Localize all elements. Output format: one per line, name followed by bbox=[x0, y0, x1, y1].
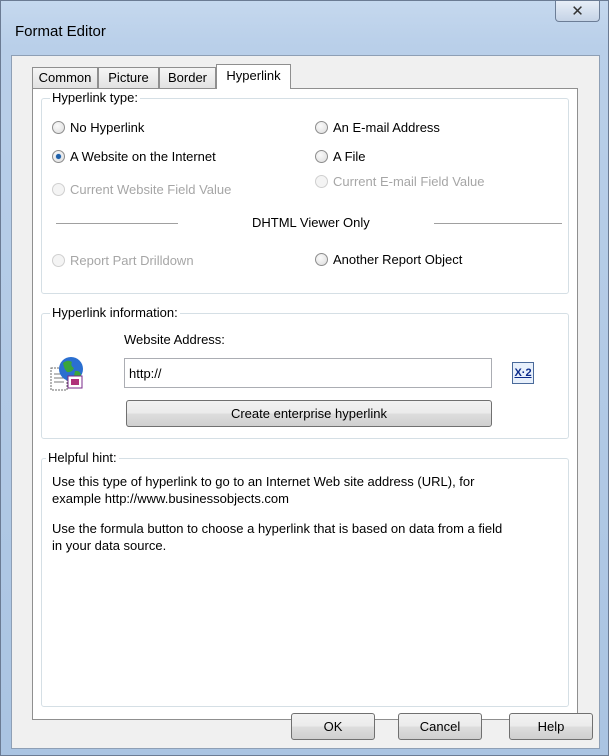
separator-right bbox=[434, 223, 562, 224]
radio-file[interactable]: A File bbox=[315, 149, 366, 164]
ok-button[interactable]: OK bbox=[291, 713, 375, 740]
hyperlink-type-label: Hyperlink type: bbox=[50, 90, 140, 105]
window-title: Format Editor bbox=[15, 23, 106, 40]
tab-hyperlink[interactable]: Hyperlink bbox=[216, 64, 291, 89]
hint-line-3: Use the formula button to choose a hyper… bbox=[52, 521, 503, 536]
radio-label: Current Website Field Value bbox=[70, 182, 232, 197]
title-bar[interactable]: Format Editor ✕ bbox=[1, 1, 608, 55]
helpful-hint-group: Helpful hint: Use this type of hyperlink… bbox=[41, 450, 569, 707]
hyperlink-globe-icon bbox=[50, 354, 86, 397]
hint-line-4: in your data source. bbox=[52, 538, 167, 553]
radio-indicator bbox=[52, 183, 65, 196]
radio-indicator bbox=[52, 150, 65, 163]
radio-indicator bbox=[315, 253, 328, 266]
hyperlink-information-group: Hyperlink information: Website Address: bbox=[41, 305, 569, 439]
hyperlink-tab-page: Hyperlink type: No Hyperlink An E-mail A… bbox=[32, 88, 578, 720]
radio-report-part-drilldown[interactable]: Report Part Drilldown bbox=[52, 253, 194, 268]
radio-label: Report Part Drilldown bbox=[70, 253, 194, 268]
formula-icon: X·2 bbox=[514, 367, 532, 379]
create-enterprise-hyperlink-button[interactable]: Create enterprise hyperlink bbox=[126, 400, 492, 427]
formula-button[interactable]: X·2 bbox=[512, 362, 534, 384]
helpful-hint-label: Helpful hint: bbox=[46, 450, 119, 465]
hint-line-1: Use this type of hyperlink to go to an I… bbox=[52, 474, 475, 489]
tab-border[interactable]: Border bbox=[159, 67, 216, 88]
radio-email-address[interactable]: An E-mail Address bbox=[315, 120, 440, 135]
radio-indicator bbox=[315, 150, 328, 163]
radio-label: No Hyperlink bbox=[70, 120, 145, 135]
radio-another-report-object[interactable]: Another Report Object bbox=[315, 252, 462, 267]
format-editor-dialog: Format Editor ✕ Common Picture Border Hy… bbox=[0, 0, 609, 756]
website-address-label: Website Address: bbox=[124, 332, 225, 347]
radio-indicator bbox=[315, 175, 328, 188]
dialog-client-area: Common Picture Border Hyperlink Hyperlin… bbox=[11, 55, 600, 749]
radio-no-hyperlink[interactable]: No Hyperlink bbox=[52, 120, 144, 135]
close-icon: ✕ bbox=[571, 3, 584, 20]
close-button[interactable]: ✕ bbox=[555, 1, 600, 22]
separator-left bbox=[56, 223, 178, 224]
radio-website[interactable]: A Website on the Internet bbox=[52, 149, 216, 164]
tab-picture[interactable]: Picture bbox=[98, 67, 159, 88]
dhtml-viewer-only-label: DHTML Viewer Only bbox=[252, 215, 370, 230]
help-button[interactable]: Help bbox=[509, 713, 593, 740]
radio-current-email-field[interactable]: Current E-mail Field Value bbox=[315, 174, 484, 189]
radio-label: A File bbox=[333, 149, 366, 164]
hyperlink-type-group: Hyperlink type: No Hyperlink An E-mail A… bbox=[41, 90, 569, 294]
radio-label: A Website on the Internet bbox=[70, 149, 216, 164]
radio-indicator bbox=[315, 121, 328, 134]
radio-label: An E-mail Address bbox=[333, 120, 440, 135]
cancel-button[interactable]: Cancel bbox=[398, 713, 482, 740]
hyperlink-information-label: Hyperlink information: bbox=[50, 305, 180, 320]
radio-label: Current E-mail Field Value bbox=[333, 174, 485, 189]
radio-indicator bbox=[52, 121, 65, 134]
website-address-input[interactable] bbox=[124, 358, 492, 388]
tab-common[interactable]: Common bbox=[32, 67, 98, 88]
radio-indicator bbox=[52, 254, 65, 267]
radio-label: Another Report Object bbox=[333, 252, 463, 267]
hint-line-2: example http://www.businessobjects.com bbox=[52, 491, 289, 506]
radio-current-website-field[interactable]: Current Website Field Value bbox=[52, 182, 231, 197]
